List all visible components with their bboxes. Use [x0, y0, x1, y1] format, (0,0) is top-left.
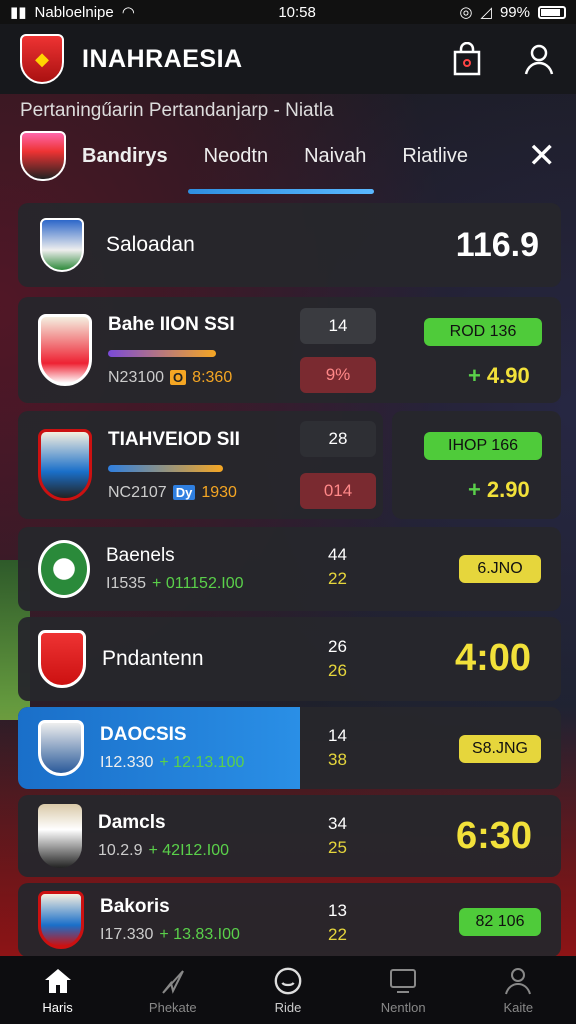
match-meta: NC2107: [108, 483, 167, 501]
team-logo-icon: [20, 131, 66, 181]
row-meta: 10.2.9: [98, 842, 143, 859]
row-name: Damcls: [98, 812, 166, 833]
match-meta: N23100: [108, 368, 165, 386]
player-avatar: [38, 429, 92, 501]
clock: 10:58: [278, 3, 316, 21]
monitor-icon: [388, 966, 418, 996]
tab-neodtn[interactable]: Neodtn: [204, 145, 269, 168]
row-meta: I12.330: [100, 754, 154, 771]
alarm-icon: ◎: [459, 4, 473, 21]
row-numbers: 44 22: [328, 545, 347, 588]
nav-label: Phekate: [148, 999, 197, 1015]
player-avatar: [38, 891, 84, 949]
match-tag: O: [170, 370, 187, 385]
odds-value: 6:30: [456, 815, 533, 857]
match-card[interactable]: Bahe IION SSI N23100 O 8:360 14 9% ROD 1…: [18, 297, 561, 403]
list-item[interactable]: Damcls 10.2.9 + 42I12.I00 34 25 6:30: [18, 795, 561, 877]
club-logo-icon[interactable]: ◆: [20, 34, 64, 84]
team-logo-icon: [40, 218, 84, 272]
score-box: 28: [300, 421, 376, 457]
nav-nentlon[interactable]: Nentlon: [353, 966, 453, 1015]
nav-label: Nentlon: [380, 999, 426, 1015]
active-tab-indicator: [188, 189, 374, 194]
row-numbers: 34 25: [328, 814, 347, 857]
app-header: ◆ INAHRAESIA: [0, 24, 576, 94]
list-item[interactable]: Baenels I1535 + 011152.I00 44 22 6.JNO: [18, 527, 561, 611]
percent-box: 014: [300, 473, 376, 509]
odds-card[interactable]: IHOP 166 +2.90: [392, 411, 561, 519]
tab-bandirys[interactable]: Bandirys: [82, 145, 168, 168]
score-box: 14: [300, 308, 376, 344]
signal-bars-icon: ▮▮: [10, 4, 27, 21]
nav-label: Haris: [42, 999, 73, 1015]
row-numbers: 14 38: [328, 726, 347, 769]
nav-ride[interactable]: Ride: [238, 966, 338, 1015]
team-logo-icon: [38, 630, 86, 688]
battery-icon: [538, 5, 566, 19]
team-logo-icon: [38, 540, 90, 598]
progress-bar: [108, 464, 223, 472]
row-name: Pndantenn: [102, 647, 204, 670]
list-item[interactable]: DAOCSIS I12.330 + 12.13.100 14 38 S8.JNG: [18, 707, 561, 789]
row-delta: + 12.13.100: [159, 754, 245, 771]
close-icon[interactable]: ✕: [528, 139, 557, 173]
row-numbers: 13 22: [328, 901, 347, 944]
row-meta: I1535: [106, 575, 147, 592]
tab-bar: Bandirys Neodtn Naivah Riatlive ✕: [20, 128, 556, 184]
list-item[interactable]: Pndantenn 26 26 4:00: [18, 617, 561, 701]
row-delta: + 011152.I00: [152, 575, 244, 592]
match-tag: Dy: [172, 485, 196, 500]
player-avatar: [38, 804, 82, 868]
cell-icon: ◿: [480, 4, 492, 21]
player-avatar: [38, 314, 92, 386]
send-icon: [158, 966, 188, 996]
nav-label: Kaite: [503, 999, 534, 1015]
row-numbers: 26 26: [328, 637, 347, 680]
nav-home[interactable]: Haris: [8, 966, 108, 1015]
user-icon: [503, 966, 533, 996]
page-subtitle: Pertaningűarin Pertandanjarp - Niatla: [20, 100, 334, 121]
team-logo-icon: [38, 720, 84, 776]
match-meta-value: 1930: [201, 483, 237, 501]
row-name: Baenels: [106, 545, 175, 566]
odds-button[interactable]: 6.JNO: [459, 555, 541, 583]
match-name: Bahe IION SSI: [108, 313, 235, 335]
odds-button[interactable]: ROD 136: [424, 318, 542, 346]
odds-value: +2.90: [468, 477, 530, 502]
bottom-nav: Haris Phekate Ride Nentlon Kaite: [0, 956, 576, 1024]
tab-naivah[interactable]: Naivah: [304, 145, 366, 168]
home-icon: [43, 966, 73, 996]
percent-box: 9%: [300, 357, 376, 393]
summary-name: Saloadan: [106, 233, 195, 256]
summary-value: 116.9: [455, 225, 539, 264]
odds-value: 4:00: [455, 637, 532, 679]
match-card[interactable]: TIAHVEIOD SII NC2107 Dy 1930 28 014: [18, 411, 383, 519]
battery-percent: 99%: [499, 3, 530, 21]
row-delta: + 42I12.I00: [148, 842, 229, 859]
nav-phekate[interactable]: Phekate: [123, 966, 223, 1015]
wifi-icon: ◠: [121, 4, 135, 21]
tab-riatlive[interactable]: Riatlive: [402, 145, 468, 168]
profile-icon[interactable]: [522, 42, 556, 76]
odds-button[interactable]: 82 106: [459, 908, 541, 936]
nav-kaite[interactable]: Kaite: [468, 966, 568, 1015]
app-title: INAHRAESIA: [82, 44, 243, 73]
row-delta: + 13.83.I00: [159, 926, 240, 943]
odds-button[interactable]: S8.JNG: [459, 735, 541, 763]
row-name: DAOCSIS: [100, 724, 187, 745]
nav-label: Ride: [274, 999, 302, 1015]
summary-card[interactable]: Saloadan 116.9: [18, 203, 561, 287]
match-name: TIAHVEIOD SII: [108, 428, 240, 450]
row-name: Bakoris: [100, 896, 170, 917]
progress-bar: [108, 349, 216, 357]
odds-value: +4.90: [468, 363, 530, 388]
list-item[interactable]: Bakoris I17.330 + 13.83.I00 13 22 82 106: [18, 883, 561, 957]
status-bar: ▮▮ Nabloelnipe ◠ 10:58 ◎ ◿ 99%: [0, 0, 576, 24]
row-meta: I17.330: [100, 926, 154, 943]
match-meta-value: 8:360: [192, 368, 233, 386]
odds-button[interactable]: IHOP 166: [424, 432, 542, 460]
clock-icon: [273, 966, 303, 996]
shopping-bag-icon[interactable]: [450, 42, 484, 76]
carrier-text: Nabloelnipe: [34, 3, 114, 21]
